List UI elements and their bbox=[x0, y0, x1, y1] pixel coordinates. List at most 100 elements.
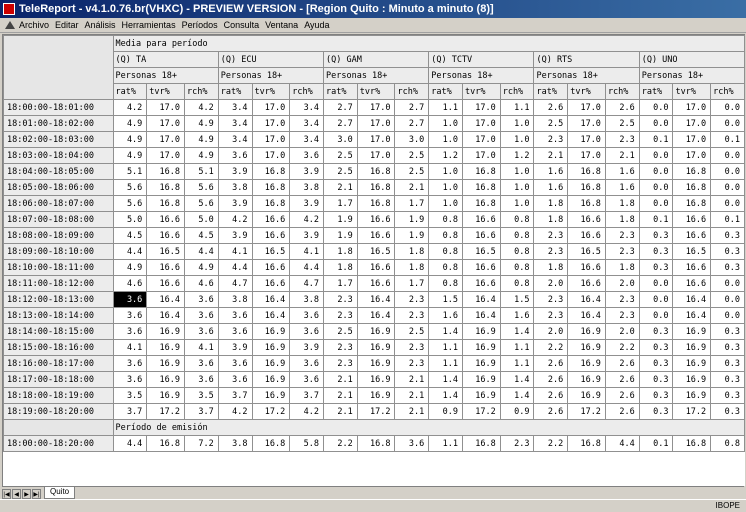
value-cell[interactable]: 16.6 bbox=[146, 227, 185, 244]
value-cell[interactable]: 2.6 bbox=[604, 371, 640, 388]
value-cell[interactable]: 5.6 bbox=[112, 179, 148, 196]
value-cell[interactable]: 1.2 bbox=[428, 147, 463, 164]
value-cell[interactable]: 0.3 bbox=[710, 387, 745, 404]
value-cell[interactable]: 16.6 bbox=[356, 275, 396, 292]
value-cell[interactable]: 3.8 bbox=[289, 291, 324, 308]
value-cell[interactable]: 4.1 bbox=[217, 243, 253, 260]
value-cell[interactable]: 16.5 bbox=[146, 243, 185, 260]
value-cell[interactable]: 1.0 bbox=[499, 131, 535, 148]
value-cell[interactable]: 0.0 bbox=[710, 195, 745, 212]
value-cell[interactable]: 17.2 bbox=[672, 403, 712, 420]
value-cell[interactable]: 3.6 bbox=[184, 307, 219, 324]
value-cell[interactable]: 4.6 bbox=[112, 275, 148, 292]
value-cell[interactable]: 16.9 bbox=[146, 355, 185, 372]
value-cell[interactable]: 16.6 bbox=[356, 259, 396, 276]
value-cell[interactable]: 3.8 bbox=[289, 179, 324, 196]
value-cell[interactable]: 2.7 bbox=[394, 115, 430, 132]
value-cell[interactable]: 0.8 bbox=[428, 243, 463, 260]
value-cell[interactable]: 16.9 bbox=[672, 355, 712, 372]
value-cell[interactable]: 0.3 bbox=[710, 371, 745, 388]
value-cell[interactable]: 1.0 bbox=[499, 115, 535, 132]
value-cell[interactable]: 16.9 bbox=[462, 355, 501, 372]
value-cell[interactable]: 0.8 bbox=[499, 227, 535, 244]
value-cell[interactable]: 7.2 bbox=[184, 435, 219, 452]
value-cell[interactable]: 2.2 bbox=[323, 435, 358, 452]
value-cell[interactable]: 16.6 bbox=[567, 275, 606, 292]
value-cell[interactable]: 0.1 bbox=[638, 435, 674, 452]
value-cell[interactable]: 1.8 bbox=[533, 195, 569, 212]
value-cell[interactable]: 0.3 bbox=[638, 243, 674, 260]
value-cell[interactable]: 1.9 bbox=[323, 211, 358, 228]
value-cell[interactable]: 1.4 bbox=[499, 371, 535, 388]
value-cell[interactable]: 1.4 bbox=[428, 323, 463, 340]
value-cell[interactable]: 1.4 bbox=[499, 387, 535, 404]
value-cell[interactable]: 0.0 bbox=[710, 275, 745, 292]
row-label[interactable]: 18:04:00-18:05:00 bbox=[3, 163, 114, 180]
value-cell[interactable]: 17.0 bbox=[462, 147, 501, 164]
value-cell[interactable]: 2.6 bbox=[604, 387, 640, 404]
value-cell[interactable]: 17.0 bbox=[567, 99, 606, 116]
value-cell[interactable]: 2.3 bbox=[604, 307, 640, 324]
value-cell[interactable]: 17.0 bbox=[567, 115, 606, 132]
value-cell[interactable]: 17.0 bbox=[567, 131, 606, 148]
value-cell[interactable]: 3.6 bbox=[112, 355, 148, 372]
value-cell[interactable]: 1.1 bbox=[428, 355, 463, 372]
selected-cell[interactable]: 3.6 bbox=[112, 291, 148, 308]
value-cell[interactable]: 1.8 bbox=[394, 243, 430, 260]
value-cell[interactable]: 17.2 bbox=[251, 403, 291, 420]
value-cell[interactable]: 2.3 bbox=[394, 355, 430, 372]
menu-item[interactable]: Ventana bbox=[265, 20, 298, 30]
value-cell[interactable]: 16.9 bbox=[251, 371, 291, 388]
row-label[interactable]: 18:00:00-18:01:00 bbox=[3, 99, 114, 116]
value-cell[interactable]: 4.9 bbox=[112, 147, 148, 164]
value-cell[interactable]: 17.0 bbox=[672, 131, 712, 148]
row-label[interactable]: 18:01:00-18:02:00 bbox=[3, 115, 114, 132]
value-cell[interactable]: 16.8 bbox=[251, 179, 291, 196]
value-cell[interactable]: 17.0 bbox=[251, 147, 291, 164]
value-cell[interactable]: 16.9 bbox=[567, 355, 606, 372]
value-cell[interactable]: 0.3 bbox=[638, 371, 674, 388]
value-cell[interactable]: 4.2 bbox=[217, 403, 253, 420]
value-cell[interactable]: 2.0 bbox=[604, 275, 640, 292]
value-cell[interactable]: 16.6 bbox=[251, 227, 291, 244]
value-cell[interactable]: 3.6 bbox=[217, 371, 253, 388]
value-cell[interactable]: 3.9 bbox=[217, 339, 253, 356]
value-cell[interactable]: 5.8 bbox=[289, 435, 324, 452]
value-cell[interactable]: 16.6 bbox=[567, 211, 606, 228]
value-cell[interactable]: 16.9 bbox=[672, 339, 712, 356]
value-cell[interactable]: 3.6 bbox=[184, 323, 219, 340]
value-cell[interactable]: 0.0 bbox=[710, 163, 745, 180]
value-cell[interactable]: 4.9 bbox=[112, 131, 148, 148]
value-cell[interactable]: 0.3 bbox=[638, 403, 674, 420]
value-cell[interactable]: 0.8 bbox=[499, 211, 535, 228]
row-label[interactable]: 18:16:00-18:17:00 bbox=[3, 355, 114, 372]
value-cell[interactable]: 17.0 bbox=[356, 131, 396, 148]
value-cell[interactable]: 16.9 bbox=[356, 355, 396, 372]
value-cell[interactable]: 0.8 bbox=[428, 275, 463, 292]
next-sheet-icon[interactable]: ▶ bbox=[22, 489, 31, 499]
value-cell[interactable]: 3.9 bbox=[289, 227, 324, 244]
value-cell[interactable]: 1.1 bbox=[499, 339, 535, 356]
value-cell[interactable]: 16.9 bbox=[251, 355, 291, 372]
value-cell[interactable]: 17.0 bbox=[462, 99, 501, 116]
value-cell[interactable]: 5.6 bbox=[184, 179, 219, 196]
value-cell[interactable]: 2.5 bbox=[533, 115, 569, 132]
value-cell[interactable]: 16.9 bbox=[567, 323, 606, 340]
value-cell[interactable]: 2.5 bbox=[323, 323, 358, 340]
value-cell[interactable]: 4.1 bbox=[112, 339, 148, 356]
value-cell[interactable]: 16.9 bbox=[356, 323, 396, 340]
value-cell[interactable]: 3.9 bbox=[217, 163, 253, 180]
value-cell[interactable]: 2.5 bbox=[394, 147, 430, 164]
value-cell[interactable]: 16.9 bbox=[462, 371, 501, 388]
value-cell[interactable]: 4.2 bbox=[184, 99, 219, 116]
value-cell[interactable]: 16.4 bbox=[356, 307, 396, 324]
last-sheet-icon[interactable]: ▶| bbox=[32, 489, 41, 499]
value-cell[interactable]: 16.5 bbox=[672, 243, 712, 260]
value-cell[interactable]: 2.1 bbox=[394, 403, 430, 420]
value-cell[interactable]: 16.4 bbox=[462, 291, 501, 308]
value-cell[interactable]: 1.5 bbox=[428, 291, 463, 308]
value-cell[interactable]: 1.8 bbox=[323, 259, 358, 276]
value-cell[interactable]: 3.6 bbox=[289, 147, 324, 164]
value-cell[interactable]: 1.8 bbox=[604, 211, 640, 228]
value-cell[interactable]: 2.3 bbox=[533, 291, 569, 308]
